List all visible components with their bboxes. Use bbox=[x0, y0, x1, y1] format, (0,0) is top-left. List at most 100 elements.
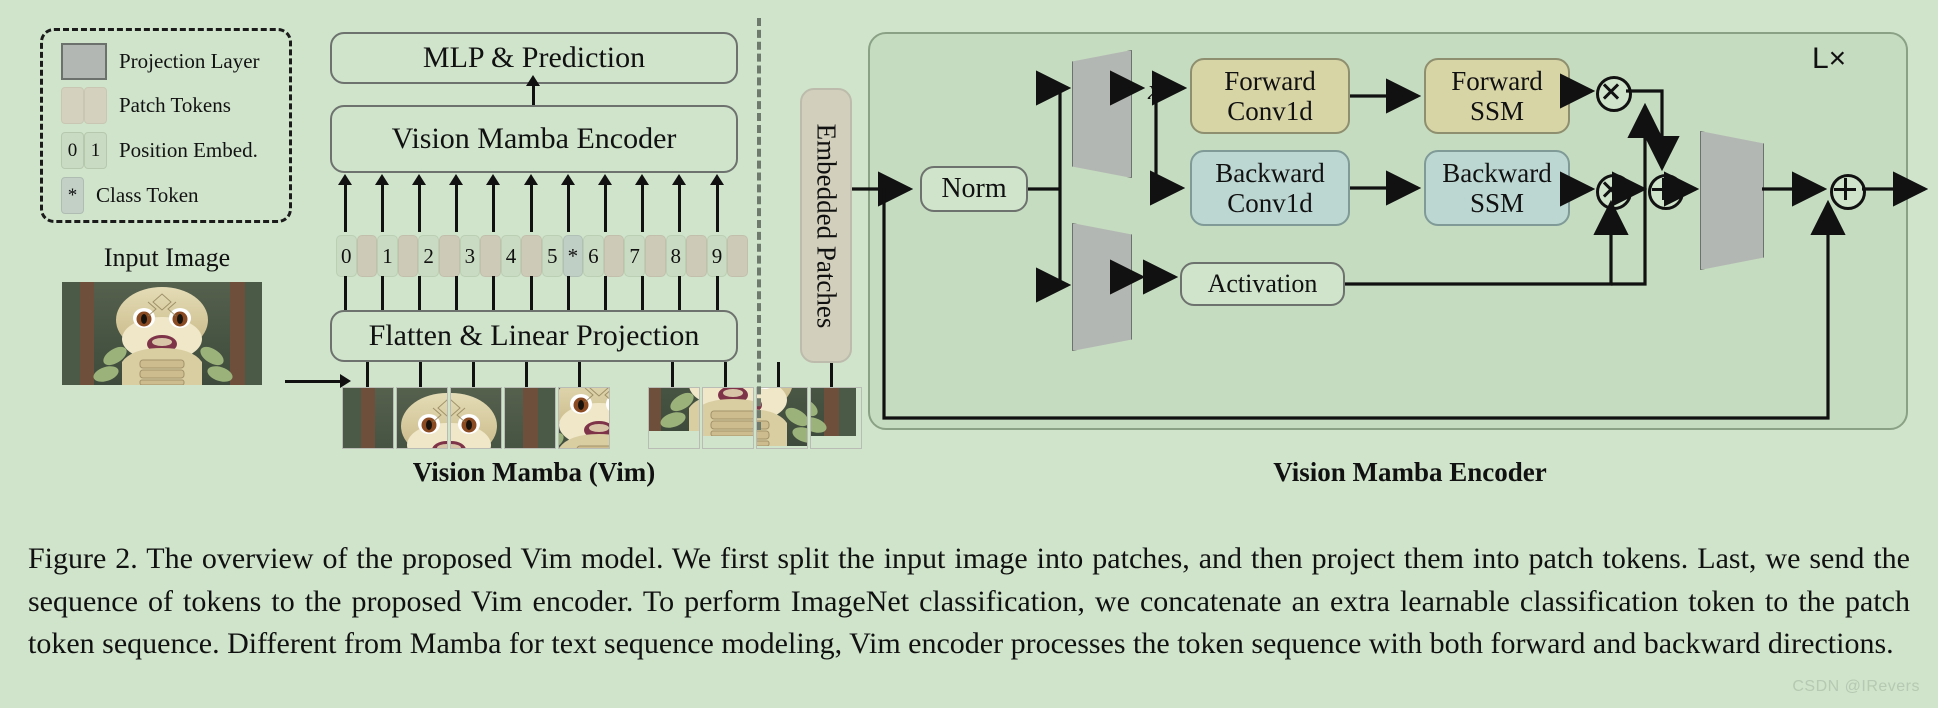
variable-x-label: x bbox=[1148, 74, 1161, 106]
input-image-svg bbox=[505, 388, 555, 448]
input-image-svg bbox=[757, 388, 807, 447]
position-embed-swatch-icon: 0 1 bbox=[61, 132, 107, 169]
legend-label-projection-layer: Projection Layer bbox=[119, 49, 260, 73]
legend-label-patch-tokens: Patch Tokens bbox=[119, 93, 231, 117]
image-patch-6 bbox=[702, 387, 754, 449]
input-image-svg bbox=[703, 388, 753, 437]
token-14-pos: 7 bbox=[624, 235, 645, 277]
projection-trapezoid-z bbox=[1072, 223, 1132, 351]
token-arrowhead-3 bbox=[449, 174, 464, 185]
token-6-pos: 3 bbox=[459, 235, 481, 277]
token-arrow-up-0 bbox=[343, 180, 347, 232]
embedded-patches-block: Embedded Patches bbox=[800, 88, 852, 363]
patch-strip bbox=[342, 387, 882, 449]
projection-trapezoid-output bbox=[1700, 131, 1764, 270]
token-7-patch bbox=[480, 235, 501, 277]
legend-item-position-embed: 0 1 Position Embed. bbox=[61, 132, 258, 169]
legend-item-class-token: * Class Token bbox=[61, 177, 199, 214]
token-stem-down-7 bbox=[603, 276, 607, 312]
image-patch-0 bbox=[342, 387, 394, 449]
backward-conv1d-block: Backward Conv1d bbox=[1190, 150, 1350, 226]
flatten-linear-projection-block: Flatten & Linear Projection bbox=[330, 310, 738, 362]
image-patch-5 bbox=[648, 387, 700, 449]
token-arrow-up-2 bbox=[417, 180, 421, 232]
token-arrowhead-1 bbox=[374, 174, 389, 185]
image-patch-4 bbox=[558, 387, 610, 449]
forward-conv1d-label: Forward Conv1d bbox=[1224, 65, 1316, 126]
patch-stem-7 bbox=[776, 362, 780, 388]
token-stem-down-10 bbox=[715, 276, 719, 312]
image-patch-2 bbox=[450, 387, 502, 449]
forward-ssm-block: Forward SSM bbox=[1424, 58, 1570, 134]
token-arrow-up-8 bbox=[641, 180, 645, 232]
image-patch-1 bbox=[396, 387, 448, 449]
legend-item-patch-tokens: Patch Tokens bbox=[61, 87, 231, 124]
token-arrow-up-7 bbox=[603, 180, 607, 232]
patch-stem-2 bbox=[471, 362, 475, 388]
token-9-patch bbox=[521, 235, 542, 277]
token-19-patch bbox=[727, 235, 748, 277]
token-3-patch bbox=[397, 235, 419, 277]
forward-conv1d-block: Forward Conv1d bbox=[1190, 58, 1350, 134]
token-arrow-up-1 bbox=[380, 180, 384, 232]
token-stem-down-3 bbox=[455, 276, 459, 312]
token-arrowhead-9 bbox=[672, 174, 687, 185]
token-1-patch bbox=[356, 235, 378, 277]
token-sequence-row: 0 1 2 3 4 5 * 6 7 8 9 bbox=[336, 235, 748, 277]
token-arrowhead-7 bbox=[597, 174, 612, 185]
add-operator-merge bbox=[1648, 174, 1684, 210]
variable-z-label: z bbox=[1148, 262, 1160, 294]
token-arrowhead-4 bbox=[486, 174, 501, 185]
input-image-svg bbox=[451, 388, 501, 448]
forward-ssm-label: Forward SSM bbox=[1451, 65, 1543, 126]
left-panel-title: Vision Mamba (Vim) bbox=[412, 457, 656, 487]
right-panel-title: Vision Mamba Encoder bbox=[1273, 457, 1547, 487]
backward-ssm-label: Backward SSM bbox=[1442, 157, 1552, 218]
token-arrow-up-4 bbox=[492, 180, 496, 232]
token-arrowhead-2 bbox=[411, 174, 426, 185]
input-image-svg bbox=[811, 388, 856, 436]
token-2-pos: 1 bbox=[377, 235, 398, 277]
token-stem-down-4 bbox=[492, 276, 496, 312]
token-arrow-up-3 bbox=[455, 180, 459, 232]
patch-stem-6 bbox=[723, 362, 727, 388]
token-stem-down-6 bbox=[566, 276, 570, 312]
token-8-pos: 4 bbox=[500, 235, 522, 277]
legend-label-class-token: Class Token bbox=[96, 183, 199, 207]
patch-stem-8 bbox=[829, 362, 833, 388]
patch-stem-4 bbox=[577, 362, 581, 388]
patch-stem-5 bbox=[670, 362, 674, 388]
token-12-pos: 6 bbox=[583, 235, 604, 277]
norm-block: Norm bbox=[920, 166, 1028, 212]
token-4-pos: 2 bbox=[418, 235, 439, 277]
token-16-pos: 8 bbox=[665, 235, 687, 277]
embedded-patches-label: Embedded Patches bbox=[811, 123, 842, 328]
patch-tokens-swatch-icon bbox=[61, 87, 107, 124]
input-image-svg bbox=[559, 388, 609, 448]
input-image-svg bbox=[649, 388, 699, 431]
token-18-pos: 9 bbox=[706, 235, 728, 277]
arrow-input-to-patches bbox=[285, 374, 351, 388]
input-image-svg bbox=[397, 388, 447, 448]
figure-caption: Figure 2. The overview of the proposed V… bbox=[28, 542, 1910, 661]
patch-stem-0 bbox=[365, 362, 369, 388]
token-stem-down-8 bbox=[641, 276, 645, 312]
projection-layer-swatch-icon bbox=[61, 43, 107, 80]
token-arrowhead-10 bbox=[709, 174, 724, 185]
token-arrow-up-9 bbox=[678, 180, 682, 232]
token-15-patch bbox=[644, 235, 666, 277]
token-stem-down-2 bbox=[417, 276, 421, 312]
token-13-patch bbox=[603, 235, 625, 277]
repeat-count-label: L× bbox=[1812, 42, 1847, 75]
token-arrow-up-6 bbox=[566, 180, 570, 232]
image-patch-7 bbox=[756, 387, 808, 449]
token-arrowhead-5 bbox=[523, 174, 538, 185]
watermark: CSDN @IRevers bbox=[1792, 678, 1920, 695]
token-stem-down-0 bbox=[343, 276, 347, 312]
backward-conv1d-label: Backward Conv1d bbox=[1215, 157, 1325, 218]
image-patch-3 bbox=[504, 387, 556, 449]
input-image-label: Input Image bbox=[103, 243, 231, 272]
patch-stem-1 bbox=[418, 362, 422, 388]
token-stem-down-9 bbox=[678, 276, 682, 312]
token-arrowhead-8 bbox=[635, 174, 650, 185]
